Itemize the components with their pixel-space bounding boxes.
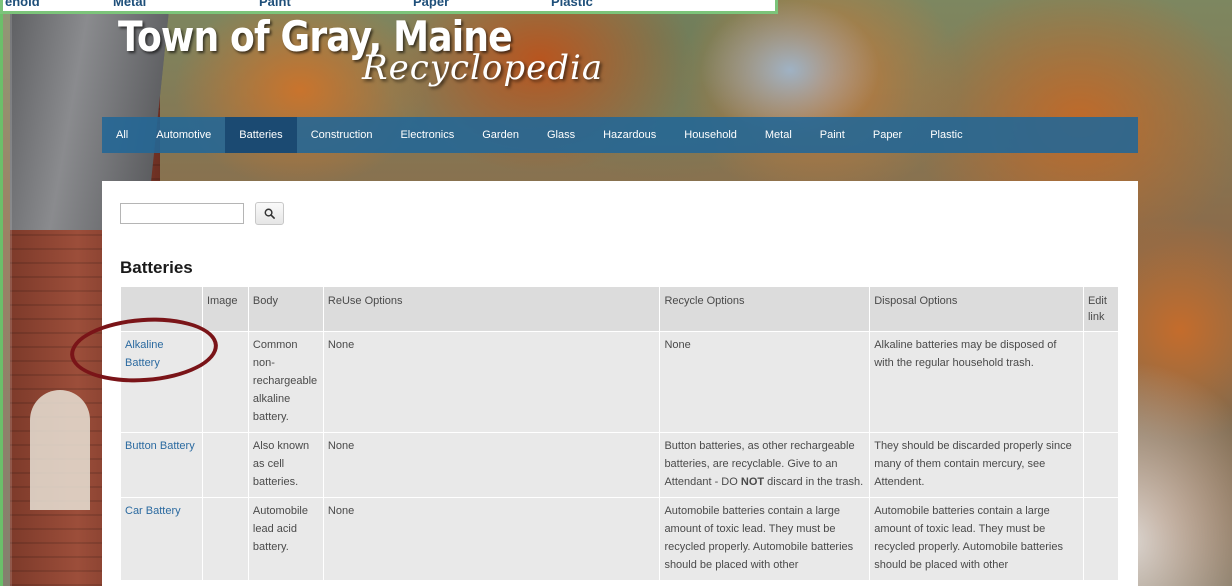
nav-item-paint[interactable]: Paint <box>806 117 859 153</box>
cell-disposal: Automobile batteries contain a large amo… <box>869 497 1084 581</box>
strip-cell: Paint <box>259 0 291 9</box>
page-title: Batteries <box>120 258 193 277</box>
strip-cell: Plastic <box>551 0 593 9</box>
cell-body: Common non-rechargeable alkaline battery… <box>247 331 324 433</box>
nav-item-automotive[interactable]: Automotive <box>142 117 225 153</box>
column-header-reuse[interactable]: ReUse Options <box>322 286 661 332</box>
cell-recycle: None <box>659 331 871 433</box>
nav-item-batteries[interactable]: Batteries <box>225 117 297 153</box>
cell-reuse: None <box>322 331 661 433</box>
nav-item-metal[interactable]: Metal <box>751 117 806 153</box>
nav-item-all[interactable]: All <box>102 117 142 153</box>
cell-name: Button Battery <box>120 432 203 498</box>
cell-reuse: None <box>322 497 661 581</box>
search-input[interactable] <box>120 203 244 224</box>
column-header-image[interactable]: Image <box>201 286 249 332</box>
column-header-edit[interactable]: Edit link <box>1082 286 1120 332</box>
nav-item-paper[interactable]: Paper <box>859 117 916 153</box>
cell-name: Car Battery <box>120 497 203 581</box>
cell-recycle: Automobile batteries contain a large amo… <box>659 497 871 581</box>
column-header-recycle[interactable]: Recycle Options <box>659 286 871 332</box>
nav-item-hazardous[interactable]: Hazardous <box>589 117 670 153</box>
cell-edit <box>1082 432 1120 498</box>
table-row: Alkaline Battery Common non-rechargeable… <box>120 331 1120 433</box>
content-panel: Batteries Image Body ReUse Options Recyc… <box>102 181 1138 586</box>
cell-edit <box>1082 497 1120 581</box>
column-header-disposal[interactable]: Disposal Options <box>869 286 1084 332</box>
church-window <box>30 390 90 510</box>
nav-item-household[interactable]: Household <box>670 117 751 153</box>
search-icon <box>264 208 275 219</box>
category-nav: All Automotive Batteries Construction El… <box>102 117 1138 153</box>
nav-item-garden[interactable]: Garden <box>468 117 533 153</box>
page-left-border <box>0 0 12 586</box>
nav-item-glass[interactable]: Glass <box>533 117 589 153</box>
table-header-row: Image Body ReUse Options Recycle Options… <box>120 286 1120 332</box>
nav-item-plastic[interactable]: Plastic <box>916 117 976 153</box>
table-row: Car Battery Automobile lead acid battery… <box>120 497 1120 581</box>
items-table: Image Body ReUse Options Recycle Options… <box>120 286 1120 581</box>
strip-cell: Metal <box>113 0 147 9</box>
column-header-body[interactable]: Body <box>247 286 324 332</box>
cell-disposal: Alkaline batteries may be disposed of wi… <box>869 331 1084 433</box>
cell-image <box>201 432 249 498</box>
strip-cell: ehold <box>5 0 40 9</box>
nav-item-electronics[interactable]: Electronics <box>386 117 468 153</box>
nav-item-construction[interactable]: Construction <box>297 117 387 153</box>
item-link-button-battery[interactable]: Button Battery <box>125 440 195 452</box>
cell-recycle: Button batteries, as other rechargeable … <box>659 432 871 498</box>
item-link-car-battery[interactable]: Car Battery <box>125 505 181 517</box>
cell-image <box>201 497 249 581</box>
cell-reuse: None <box>322 432 661 498</box>
recycle-emphasis: NOT <box>740 476 765 488</box>
table-row: Button Battery Also known as cell batter… <box>120 432 1120 498</box>
cell-disposal: They should be discarded properly since … <box>869 432 1084 498</box>
cell-body: Also known as cell batteries. <box>247 432 324 498</box>
cell-edit <box>1082 331 1120 433</box>
recycle-text-end: discard in the trash. <box>764 476 864 488</box>
strip-cell: Paper <box>413 0 450 9</box>
cell-body: Automobile lead acid battery. <box>247 497 324 581</box>
search-button[interactable] <box>255 202 284 225</box>
site-subtitle: Recyclopedia <box>362 48 604 88</box>
